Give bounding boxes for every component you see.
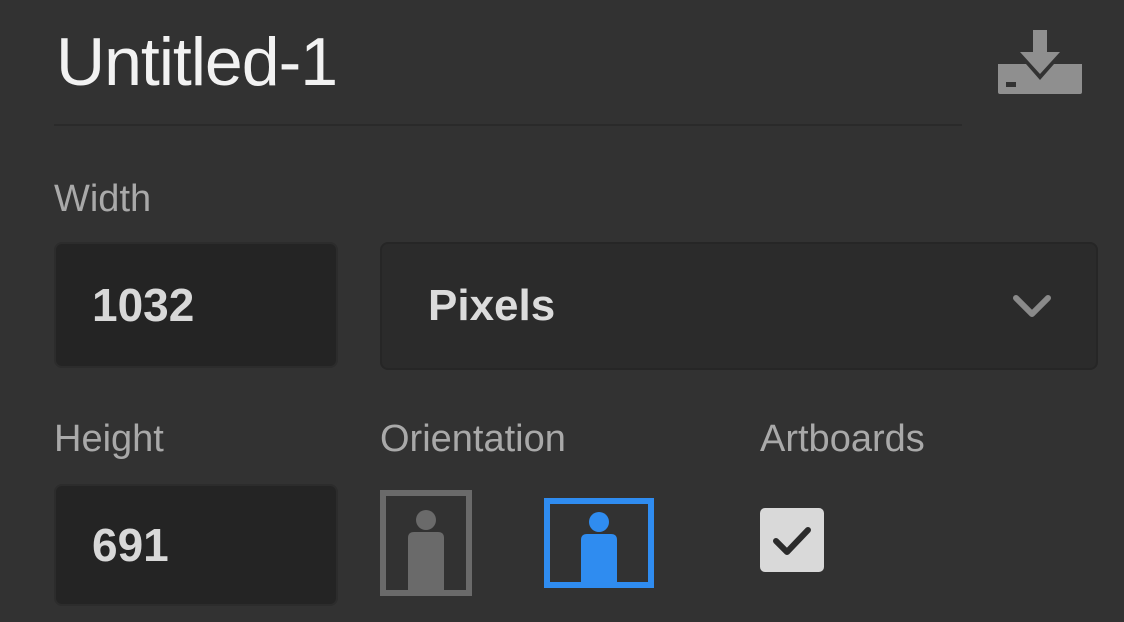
landscape-orientation-icon bbox=[544, 498, 654, 588]
units-select[interactable]: Pixels bbox=[380, 242, 1098, 370]
height-input[interactable]: 691 bbox=[54, 484, 338, 606]
portrait-orientation-button[interactable] bbox=[380, 490, 472, 596]
width-input[interactable]: 1032 bbox=[54, 242, 338, 368]
title-divider bbox=[54, 124, 962, 126]
artboards-label: Artboards bbox=[760, 418, 925, 460]
save-preset-button[interactable] bbox=[996, 30, 1086, 96]
portrait-orientation-icon bbox=[380, 490, 472, 596]
checkmark-icon bbox=[773, 527, 811, 555]
new-document-panel: Untitled-1 Width 1032 Pixels Height 691 … bbox=[0, 0, 1124, 622]
document-title[interactable]: Untitled-1 bbox=[56, 28, 338, 96]
chevron-down-icon bbox=[1013, 295, 1051, 317]
landscape-orientation-button[interactable] bbox=[544, 498, 654, 588]
artboards-checkbox[interactable] bbox=[760, 508, 824, 572]
height-label: Height bbox=[54, 418, 164, 460]
orientation-label: Orientation bbox=[380, 418, 566, 460]
width-label: Width bbox=[54, 178, 152, 220]
units-selected-label: Pixels bbox=[428, 281, 556, 330]
download-tray-icon bbox=[998, 30, 1082, 94]
